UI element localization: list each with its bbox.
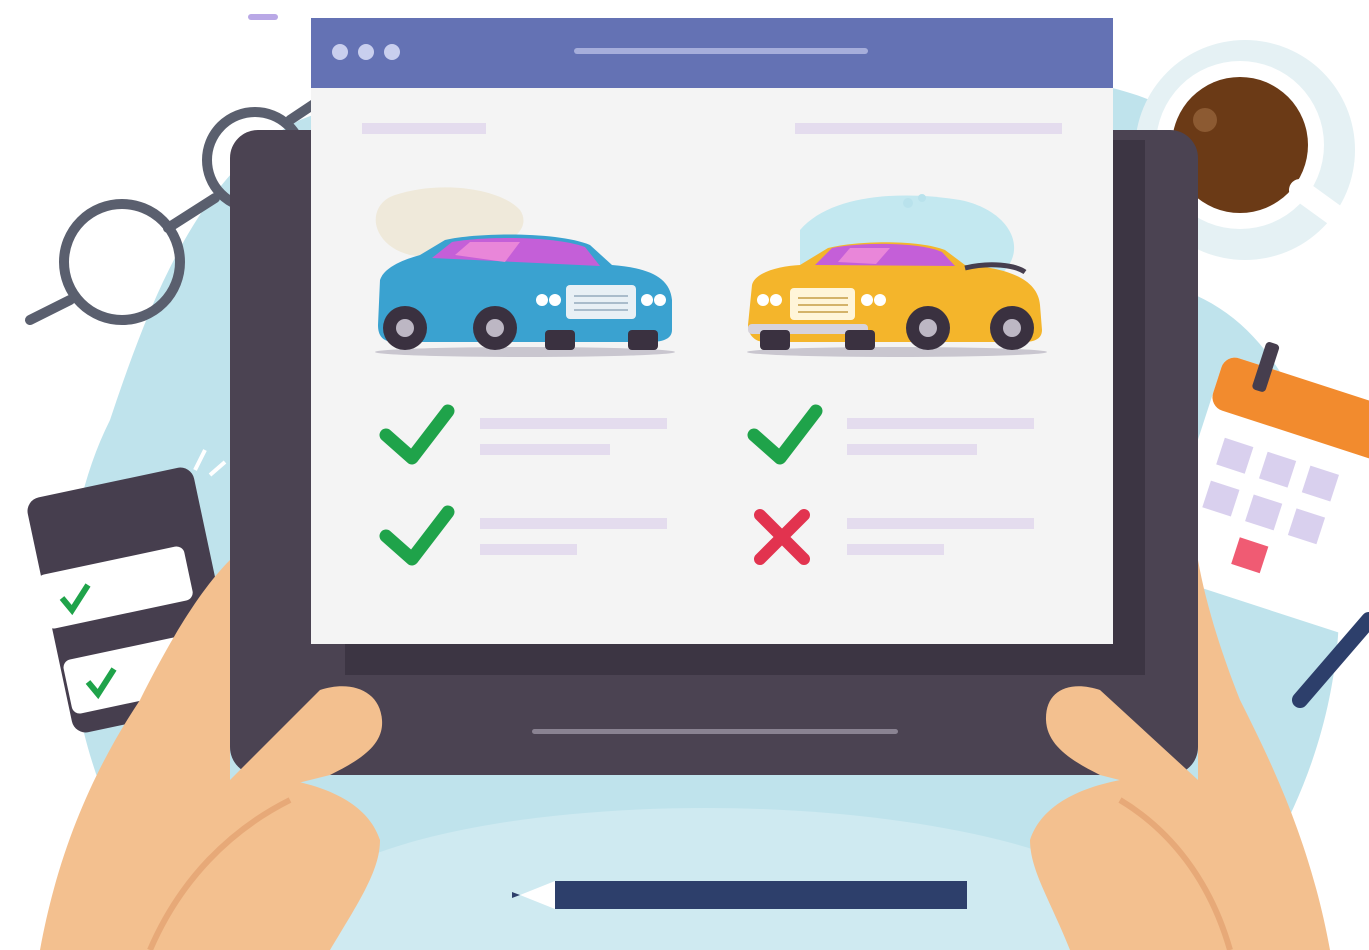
text-placeholder	[847, 418, 1034, 429]
tablet-home-bar	[532, 729, 898, 734]
text-placeholder	[480, 544, 577, 555]
decorative-dash	[248, 14, 278, 20]
left-heading-placeholder	[362, 123, 486, 134]
text-placeholder	[847, 518, 1034, 529]
window-dot-icon[interactable]	[332, 44, 348, 60]
right-heading-placeholder	[795, 123, 1062, 134]
text-placeholder	[847, 544, 944, 555]
pencil-icon	[512, 881, 967, 909]
address-bar[interactable]	[574, 48, 868, 54]
window-dot-icon[interactable]	[384, 44, 400, 60]
text-placeholder	[480, 518, 667, 529]
illustration	[25, 14, 1369, 950]
text-placeholder	[480, 418, 667, 429]
window-dot-icon[interactable]	[358, 44, 374, 60]
browser-window	[311, 18, 1113, 644]
text-placeholder	[480, 444, 610, 455]
text-placeholder	[847, 444, 977, 455]
